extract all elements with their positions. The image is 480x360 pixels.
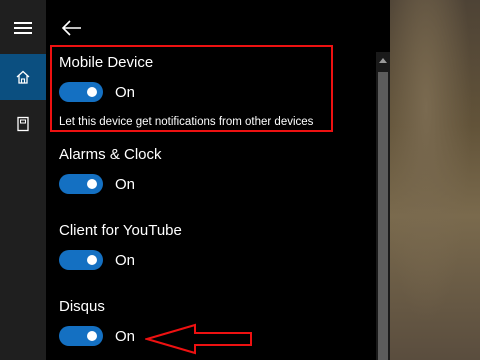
desktop-background — [390, 0, 480, 360]
toggle-state-label: On — [115, 175, 136, 193]
home-button[interactable] — [0, 54, 46, 100]
toggle-switch[interactable] — [59, 250, 103, 270]
setting-title: Alarms & Clock — [59, 146, 162, 163]
toggle-switch[interactable] — [59, 174, 103, 194]
notebook-icon — [17, 116, 29, 132]
toggle-state-label: On — [115, 327, 136, 345]
chevron-up-icon — [379, 58, 387, 63]
highlight-box — [50, 45, 333, 132]
toggle-state-label: On — [115, 251, 136, 269]
menu-button[interactable] — [0, 6, 46, 50]
setting-title: Disqus — [59, 298, 105, 315]
toggle-knob — [87, 331, 97, 341]
toggle-row: On — [59, 174, 135, 194]
toggle-switch[interactable] — [59, 326, 103, 346]
setting-client-for-youtube: Client for YouTube On — [59, 222, 182, 270]
toggle-knob — [87, 179, 97, 189]
scroll-up-button[interactable] — [376, 52, 390, 68]
back-arrow-icon[interactable] — [60, 16, 84, 40]
toggle-row: On — [59, 250, 135, 270]
notebook-button[interactable] — [0, 101, 46, 147]
setting-disqus: Disqus On — [59, 298, 135, 346]
setting-alarms-clock: Alarms & Clock On — [59, 146, 162, 194]
home-icon — [16, 70, 30, 84]
setting-title: Client for YouTube — [59, 222, 182, 239]
hamburger-menu-icon — [14, 22, 32, 34]
toggle-knob — [87, 255, 97, 265]
scrollbar[interactable] — [376, 52, 390, 360]
scrollbar-thumb[interactable] — [378, 72, 388, 360]
left-nav-rail — [0, 0, 46, 360]
toggle-row: On — [59, 326, 135, 346]
annotation-arrow-icon — [145, 323, 252, 355]
